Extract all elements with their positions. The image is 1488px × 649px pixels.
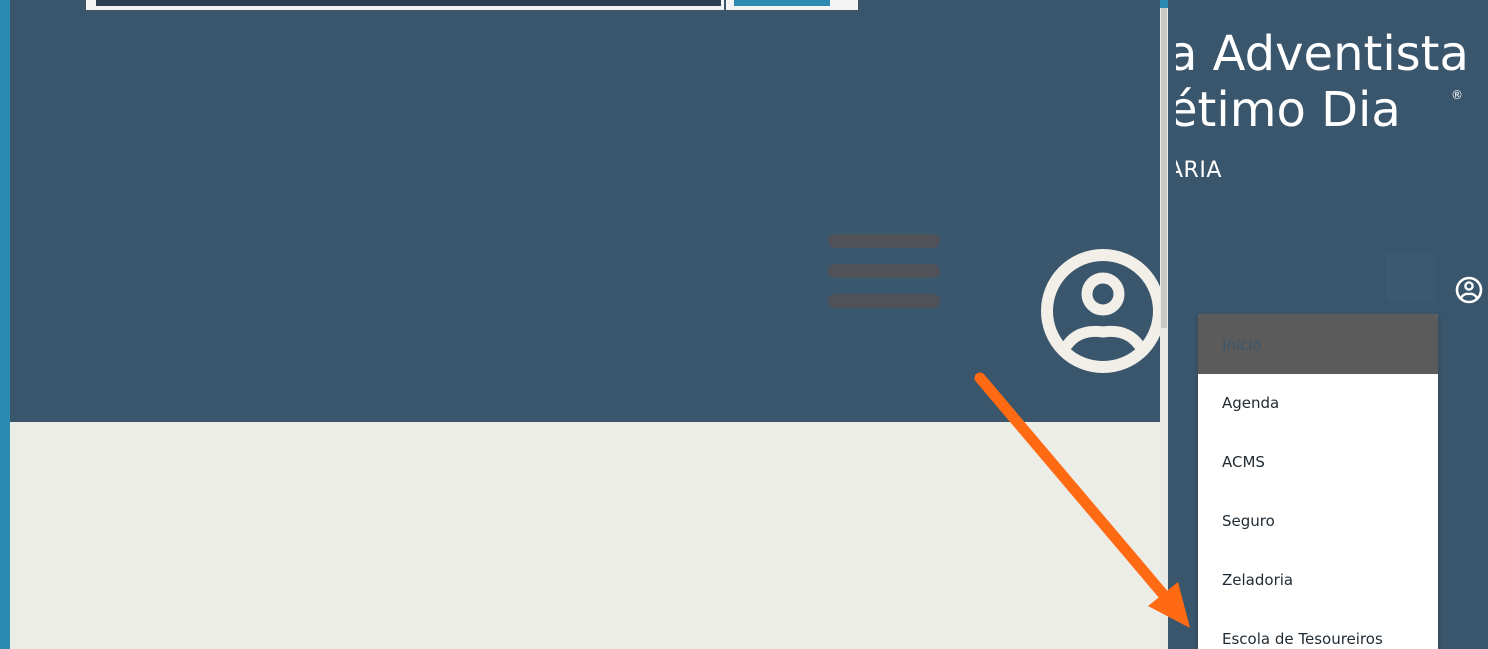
menu-item-escola-de-tesoureiros[interactable]: Escola de Tesoureiros (1198, 610, 1438, 649)
site-header-view: a Adventista étimo Dia ® ARIA Início Age… (1168, 0, 1488, 649)
user-circle-icon[interactable] (1454, 275, 1484, 305)
brand-title-line2: étimo Dia (1168, 82, 1401, 138)
menu-item-agenda[interactable]: Agenda (1198, 374, 1438, 433)
brand-title-line1: a Adventista (1168, 26, 1469, 82)
user-circle-icon[interactable] (1040, 248, 1160, 374)
menu-item-inicio[interactable]: Início (1198, 314, 1438, 374)
page-top-strip (726, 0, 838, 10)
hamburger-menu-icon (828, 234, 940, 248)
navigation-dropdown-menu: Início Agenda ACMS Seguro Zeladoria Esco… (1198, 314, 1438, 649)
header-bar-zoomed (10, 0, 1160, 422)
page-top-strip (838, 0, 858, 10)
hamburger-menu-button[interactable] (1386, 252, 1436, 302)
hamburger-menu-button-zoomed[interactable] (792, 178, 976, 362)
menu-item-acms[interactable]: ACMS (1198, 433, 1438, 492)
scrollbar[interactable] (1160, 8, 1168, 649)
menu-item-seguro[interactable]: Seguro (1198, 492, 1438, 551)
page-top-strip (86, 0, 724, 10)
trademark-mark: ® (1451, 88, 1463, 102)
hamburger-menu-icon-bar (828, 294, 940, 308)
menu-item-zeladoria[interactable]: Zeladoria (1198, 551, 1438, 610)
hamburger-menu-icon-bar (828, 264, 940, 278)
brand-subtitle: ARIA (1168, 158, 1222, 183)
zoomed-header-view (10, 0, 1160, 649)
clip-mask (1168, 0, 1176, 220)
